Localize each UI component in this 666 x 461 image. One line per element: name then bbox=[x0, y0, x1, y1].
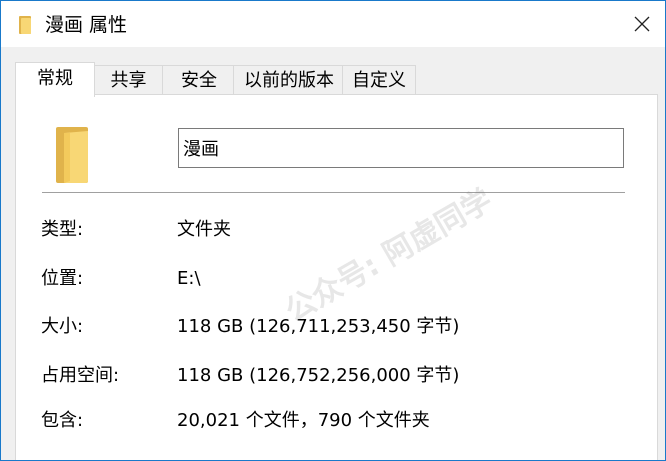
tab-previous-versions-label: 以前的版本 bbox=[244, 70, 334, 91]
tab-sharing[interactable]: 共享 bbox=[92, 65, 165, 96]
size-on-disk-label: 占用空间: bbox=[41, 365, 120, 386]
general-panel: 类型: 文件夹 位置: E:\ 大小: 118 GB (126,711,253,… bbox=[15, 94, 658, 460]
window-title: 漫画 属性 bbox=[45, 14, 128, 36]
properties-dialog: 漫画 属性 常规 共享 安全 以前的版本 自定义 类型: 文件夹 位置: E:\… bbox=[0, 0, 666, 461]
contains-label: 包含: bbox=[41, 410, 84, 431]
folder-icon bbox=[56, 127, 88, 183]
close-button[interactable] bbox=[619, 1, 665, 47]
type-label: 类型: bbox=[41, 219, 84, 240]
tab-general-label: 常规 bbox=[37, 68, 73, 89]
size-on-disk-value: 118 GB (126,752,256,000 字节) bbox=[177, 365, 460, 386]
tab-previous-versions[interactable]: 以前的版本 bbox=[233, 65, 345, 96]
location-value: E:\ bbox=[177, 268, 201, 289]
size-label: 大小: bbox=[41, 316, 84, 337]
tab-security[interactable]: 安全 bbox=[162, 65, 236, 96]
folder-icon bbox=[19, 16, 31, 34]
title-bar[interactable]: 漫画 属性 bbox=[1, 1, 665, 47]
folder-name-input[interactable] bbox=[178, 128, 624, 168]
tab-security-label: 安全 bbox=[181, 70, 217, 91]
tab-sharing-label: 共享 bbox=[110, 70, 147, 91]
close-icon bbox=[634, 16, 650, 32]
location-label: 位置: bbox=[41, 268, 84, 289]
divider bbox=[42, 192, 625, 193]
tab-customize-label: 自定义 bbox=[352, 70, 406, 91]
tab-customize[interactable]: 自定义 bbox=[342, 65, 416, 96]
tab-general[interactable]: 常规 bbox=[15, 62, 95, 97]
type-value: 文件夹 bbox=[177, 219, 231, 240]
size-value: 118 GB (126,711,253,450 字节) bbox=[177, 316, 460, 337]
contains-value: 20,021 个文件，790 个文件夹 bbox=[177, 410, 430, 431]
